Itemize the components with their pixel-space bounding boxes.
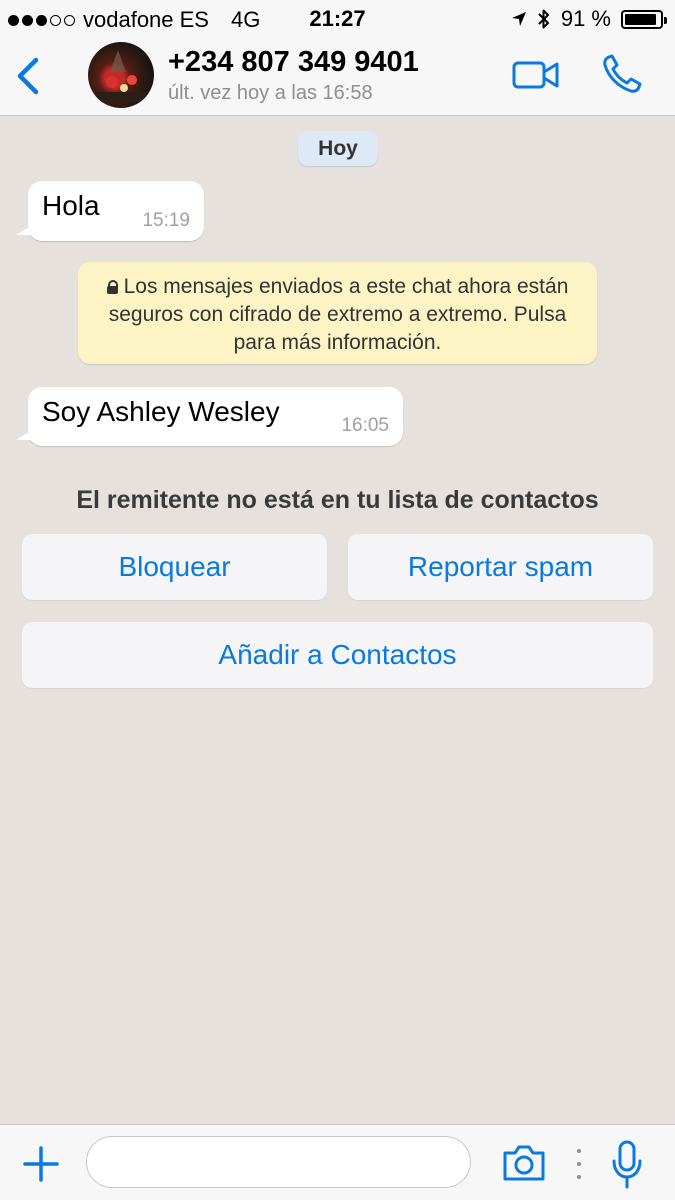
- location-arrow-icon: [511, 12, 526, 26]
- video-call-icon[interactable]: [512, 58, 560, 92]
- lock-icon: [106, 280, 118, 294]
- message-input-bar: [0, 1124, 675, 1200]
- microphone-icon[interactable]: [610, 1139, 644, 1191]
- chat-header: +234 807 349 9401 últ. vez hoy a las 16:…: [0, 38, 675, 116]
- camera-icon[interactable]: [501, 1143, 547, 1183]
- date-separator: Hoy: [298, 131, 378, 166]
- message-time: 15:19: [142, 210, 190, 231]
- bluetooth-icon: [538, 9, 549, 29]
- add-contact-button[interactable]: Añadir a Contactos: [22, 622, 653, 688]
- plus-icon[interactable]: [22, 1145, 60, 1183]
- more-dots-icon[interactable]: [574, 1149, 584, 1179]
- battery-icon: [621, 9, 667, 29]
- report-spam-button[interactable]: Reportar spam: [348, 534, 653, 600]
- last-seen-status: últ. vez hoy a las 16:58: [168, 82, 373, 104]
- status-right: 91 %: [511, 6, 667, 32]
- message-text: Soy Ashley Wesley: [42, 396, 280, 427]
- unknown-sender-notice: El remitente no está en tu lista de cont…: [76, 486, 599, 514]
- avatar-photo: [96, 50, 146, 102]
- incoming-message[interactable]: Hola 15:19: [16, 181, 204, 241]
- message-input[interactable]: [86, 1136, 471, 1188]
- contact-name[interactable]: +234 807 349 9401: [168, 46, 419, 79]
- encryption-notice[interactable]: Los mensajes enviados a este chat ahora …: [78, 262, 597, 364]
- battery-percent: 91 %: [560, 6, 611, 31]
- bubble-tail: [16, 225, 32, 235]
- message-time: 16:05: [341, 415, 389, 436]
- block-button[interactable]: Bloquear: [22, 534, 327, 600]
- avatar[interactable]: [88, 42, 154, 108]
- encryption-notice-text: Los mensajes enviados a este chat ahora …: [108, 275, 569, 354]
- back-chevron-icon[interactable]: [12, 54, 46, 98]
- status-bar: vodafone ES 4G 21:27 91 %: [0, 0, 675, 38]
- incoming-message[interactable]: Soy Ashley Wesley 16:05: [16, 387, 403, 446]
- message-text: Hola: [42, 190, 100, 221]
- phone-call-icon[interactable]: [600, 52, 644, 96]
- bubble-tail: [16, 430, 32, 440]
- battery-level: [625, 13, 656, 25]
